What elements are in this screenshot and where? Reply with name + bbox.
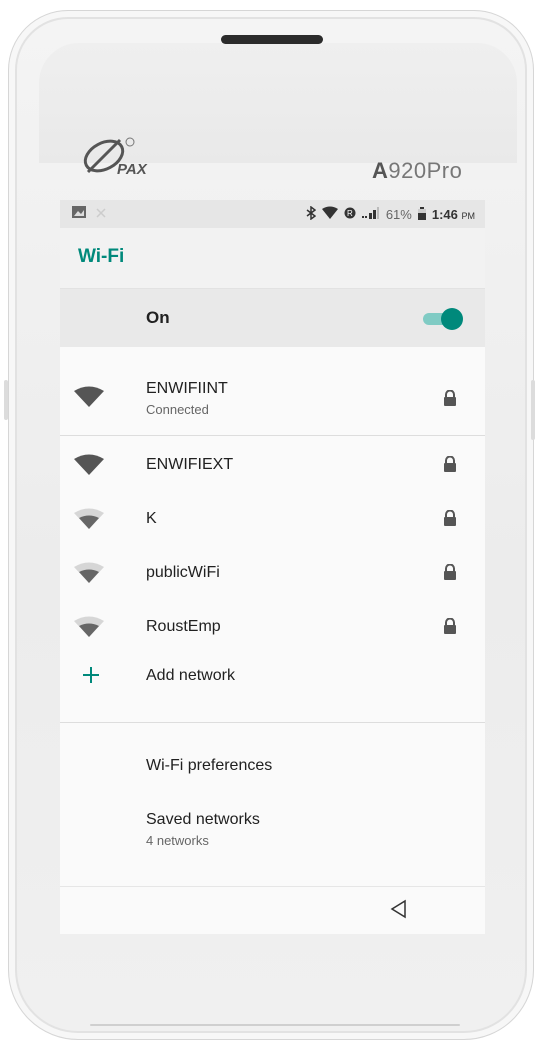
- lock-icon: [443, 455, 457, 477]
- network-name: RoustEmp: [146, 618, 221, 635]
- earpiece-speaker: [221, 35, 323, 44]
- battery-percent: 61%: [385, 207, 412, 222]
- side-button-right: [531, 380, 535, 440]
- device-bottom-edge: [90, 1024, 460, 1026]
- wifi-toggle-switch[interactable]: [423, 308, 463, 330]
- lock-icon: [443, 389, 457, 411]
- battery-icon: [417, 206, 426, 223]
- saved-networks-row[interactable]: Saved networks 4 networks: [60, 787, 485, 867]
- saved-networks-count: 4 networks: [146, 833, 209, 848]
- svg-text:PAX: PAX: [117, 161, 148, 178]
- clock: 1:46 PM: [431, 207, 475, 222]
- network-name: ENWIFIINT: [146, 380, 228, 397]
- saved-networks-label: Saved networks: [146, 811, 260, 828]
- lock-icon: [443, 509, 457, 531]
- status-bar: R 61% 1:46 PM: [60, 200, 485, 228]
- add-network-row[interactable]: Add network: [60, 652, 485, 706]
- data-saver-icon: R: [344, 207, 356, 222]
- plus-icon: [82, 666, 100, 689]
- wifi-preferences-label: Wi-Fi preferences: [146, 757, 273, 774]
- network-name: K: [146, 510, 157, 527]
- wifi-signal-strong-icon: [74, 454, 104, 481]
- side-button-left: [4, 380, 8, 420]
- svg-text:R: R: [347, 209, 353, 218]
- network-row[interactable]: ENWIFIEXT: [60, 436, 485, 490]
- network-name: ENWIFIEXT: [146, 456, 234, 473]
- device-model-label: A920Pro: [372, 158, 463, 183]
- wifi-signal-medium-icon: [74, 508, 104, 535]
- back-triangle-icon[interactable]: [390, 899, 408, 924]
- network-status: Connected: [146, 402, 209, 417]
- app-bar: Wi-Fi: [60, 228, 485, 289]
- network-row[interactable]: publicWiFi: [60, 544, 485, 598]
- wifi-master-toggle-row[interactable]: On: [60, 289, 485, 347]
- cell-signal-icon: [361, 207, 380, 222]
- wifi-preferences-row[interactable]: Wi-Fi preferences: [60, 723, 485, 787]
- pax-logo: PAX: [82, 134, 172, 182]
- lock-icon: [443, 563, 457, 585]
- network-name: publicWiFi: [146, 564, 220, 581]
- navigation-bar: [60, 886, 485, 934]
- toggle-thumb: [441, 308, 463, 330]
- image-notification-icon: [72, 206, 86, 221]
- muted-notification-icon: [96, 206, 106, 221]
- network-row-connected[interactable]: ENWIFIINT Connected: [60, 346, 485, 434]
- network-row[interactable]: K: [60, 490, 485, 544]
- wifi-signal-medium-icon: [74, 562, 104, 589]
- android-screen: R 61% 1:46 PM Wi-Fi On ENWIFIINT Connect…: [60, 200, 485, 934]
- wifi-toggle-label: On: [146, 308, 170, 327]
- wifi-signal-medium-icon: [74, 616, 104, 643]
- bluetooth-icon: [306, 205, 317, 223]
- page-title: Wi-Fi: [78, 246, 125, 267]
- lock-icon: [443, 617, 457, 639]
- wifi-status-icon: [321, 206, 338, 223]
- wifi-signal-strong-icon: [74, 386, 104, 413]
- add-network-label: Add network: [146, 667, 235, 684]
- network-row[interactable]: RoustEmp: [60, 598, 485, 652]
